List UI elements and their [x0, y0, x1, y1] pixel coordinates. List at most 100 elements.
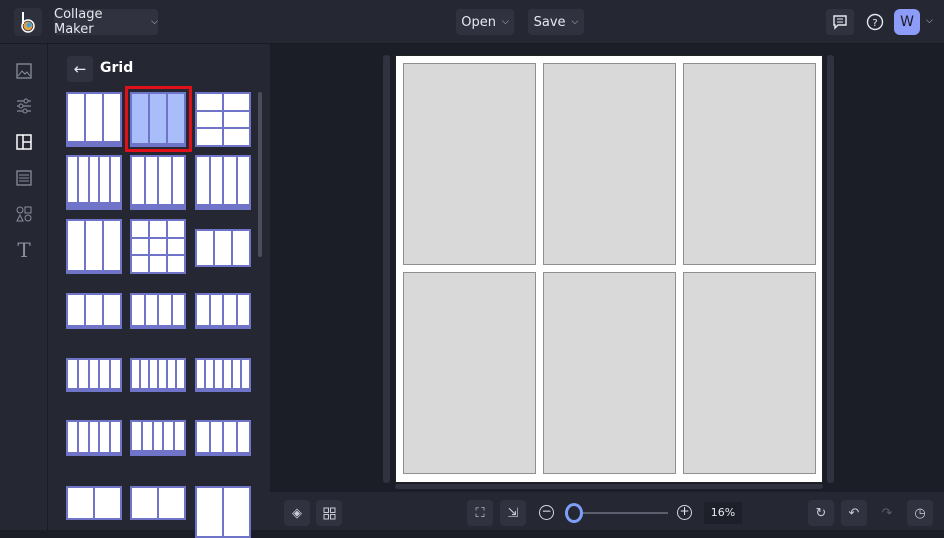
layout-thumbnail[interactable] — [130, 219, 186, 274]
layout-cell — [233, 360, 240, 388]
layout-cell — [197, 488, 222, 536]
history-button[interactable]: ◷ — [907, 500, 933, 526]
zoom-slider-thumb[interactable] — [565, 503, 583, 523]
layout-cell — [153, 422, 163, 450]
chevron-down-icon: ⌵ — [571, 17, 579, 27]
layout-cell — [168, 256, 184, 272]
collage-canvas[interactable] — [395, 55, 823, 483]
layout-thumbnail[interactable] — [130, 293, 186, 329]
layout-cell — [237, 422, 249, 452]
comments-button[interactable] — [826, 9, 854, 35]
photo-cell[interactable] — [403, 272, 536, 474]
layout-cell — [215, 231, 231, 265]
redo-icon: ↷ — [881, 505, 893, 521]
photo-cell[interactable] — [403, 63, 536, 265]
zoom-in-icon[interactable]: + — [677, 505, 692, 520]
top-bar: Collage Maker ⌵ Open ⌵ Save ⌵ ? W ⌵ — [0, 0, 944, 44]
adjustments-icon[interactable] — [14, 96, 34, 116]
save-button[interactable]: Save ⌵ — [528, 9, 584, 35]
layout-thumbnail[interactable] — [66, 486, 122, 520]
layout-cell — [197, 129, 222, 145]
layout-cell — [111, 157, 120, 202]
layout-cell — [132, 221, 148, 237]
shrink-button[interactable]: ⇲ — [500, 500, 526, 526]
layout-thumbnail[interactable] — [130, 155, 186, 210]
open-button[interactable]: Open ⌵ — [456, 9, 514, 35]
layout-cell — [132, 256, 148, 272]
horizontal-scrollbar[interactable] — [395, 484, 823, 489]
layout-thumbnail[interactable] — [195, 358, 251, 392]
layout-cell — [197, 295, 209, 325]
layout-cell — [86, 221, 102, 270]
layout-thumbnail[interactable] — [195, 229, 251, 267]
fit-screen-button[interactable]: ⛶ — [467, 500, 493, 526]
layout-cell — [172, 157, 184, 204]
layout-thumbnail[interactable] — [66, 358, 122, 392]
image-icon[interactable] — [14, 61, 34, 81]
background-icon[interactable] — [14, 168, 34, 188]
undo-icon: ↶ — [848, 505, 860, 521]
layout-thumbnail[interactable] — [66, 219, 122, 274]
zoom-out-icon[interactable]: − — [539, 505, 554, 520]
layout-cell — [89, 422, 99, 452]
panel-title: Grid — [100, 60, 134, 76]
chevron-down-icon: ⌵ — [151, 17, 158, 27]
layout-thumbnail[interactable] — [66, 293, 122, 329]
photo-cell[interactable] — [683, 63, 816, 265]
layout-cell — [100, 157, 110, 202]
replace-button[interactable]: ↻ — [808, 500, 834, 526]
layout-cell — [132, 238, 148, 255]
panel-scrollbar[interactable] — [258, 92, 262, 257]
logo[interactable] — [14, 8, 42, 36]
photo-cell[interactable] — [683, 272, 816, 474]
layout-cell — [168, 360, 175, 388]
undo-button[interactable]: ↶ — [841, 500, 867, 526]
layout-thumbnail[interactable] — [195, 293, 251, 329]
layout-cell — [224, 111, 249, 128]
text-icon[interactable]: T — [14, 238, 34, 262]
photo-cell[interactable] — [543, 63, 676, 265]
layout-cell — [237, 295, 249, 325]
layout-thumbnail[interactable] — [66, 420, 122, 456]
layout-thumbnail[interactable] — [195, 92, 251, 147]
layout-thumbnail[interactable] — [195, 155, 251, 210]
shapes-icon[interactable] — [14, 204, 34, 224]
tool-rail: T — [0, 44, 48, 530]
account-chevron-icon[interactable]: ⌵ — [926, 16, 933, 26]
layout-icon[interactable] — [14, 132, 34, 152]
layout-thumbnail[interactable] — [130, 358, 186, 392]
layout-cell — [100, 422, 110, 452]
layout-thumbnail[interactable] — [130, 486, 186, 520]
app-menu-button[interactable]: Collage Maker ⌵ — [54, 7, 158, 37]
layout-thumbnail[interactable] — [66, 155, 122, 210]
svg-text:?: ? — [872, 18, 877, 29]
zoom-percent[interactable]: 16% — [704, 502, 742, 524]
layout-cell — [132, 360, 139, 388]
layout-thumbnail[interactable] — [130, 420, 186, 456]
avatar[interactable]: W — [894, 9, 920, 35]
save-label: Save — [533, 14, 566, 30]
layout-cell — [104, 221, 120, 270]
layout-cell — [168, 221, 184, 237]
chevron-down-icon: ⌵ — [501, 17, 509, 27]
help-button[interactable]: ? — [862, 9, 888, 35]
layout-cell — [104, 295, 120, 325]
back-button[interactable]: ← — [67, 56, 93, 82]
layers-button[interactable]: ◈ — [284, 500, 310, 526]
layout-thumbnail[interactable] — [195, 486, 251, 538]
photo-cell[interactable] — [543, 272, 676, 474]
expand-icon: ⛶ — [475, 505, 485, 521]
layout-cell — [68, 94, 84, 141]
arrow-left-icon: ← — [73, 60, 87, 78]
bottom-toolbar: ◈ ⛶ ⇲ − + 16% ↻ ↶ ↷ ◷ — [270, 492, 944, 530]
grid-view-button[interactable] — [316, 500, 342, 526]
layout-cell — [100, 360, 110, 388]
layout-thumbnail[interactable] — [66, 92, 122, 147]
vertical-ruler-right — [827, 55, 834, 483]
layout-cell — [141, 360, 148, 388]
layout-cell — [132, 295, 144, 325]
vertical-ruler-left — [383, 55, 390, 483]
redo-button[interactable]: ↷ — [874, 500, 900, 526]
refresh-icon: ↻ — [815, 505, 827, 521]
layout-thumbnail[interactable] — [195, 420, 251, 456]
